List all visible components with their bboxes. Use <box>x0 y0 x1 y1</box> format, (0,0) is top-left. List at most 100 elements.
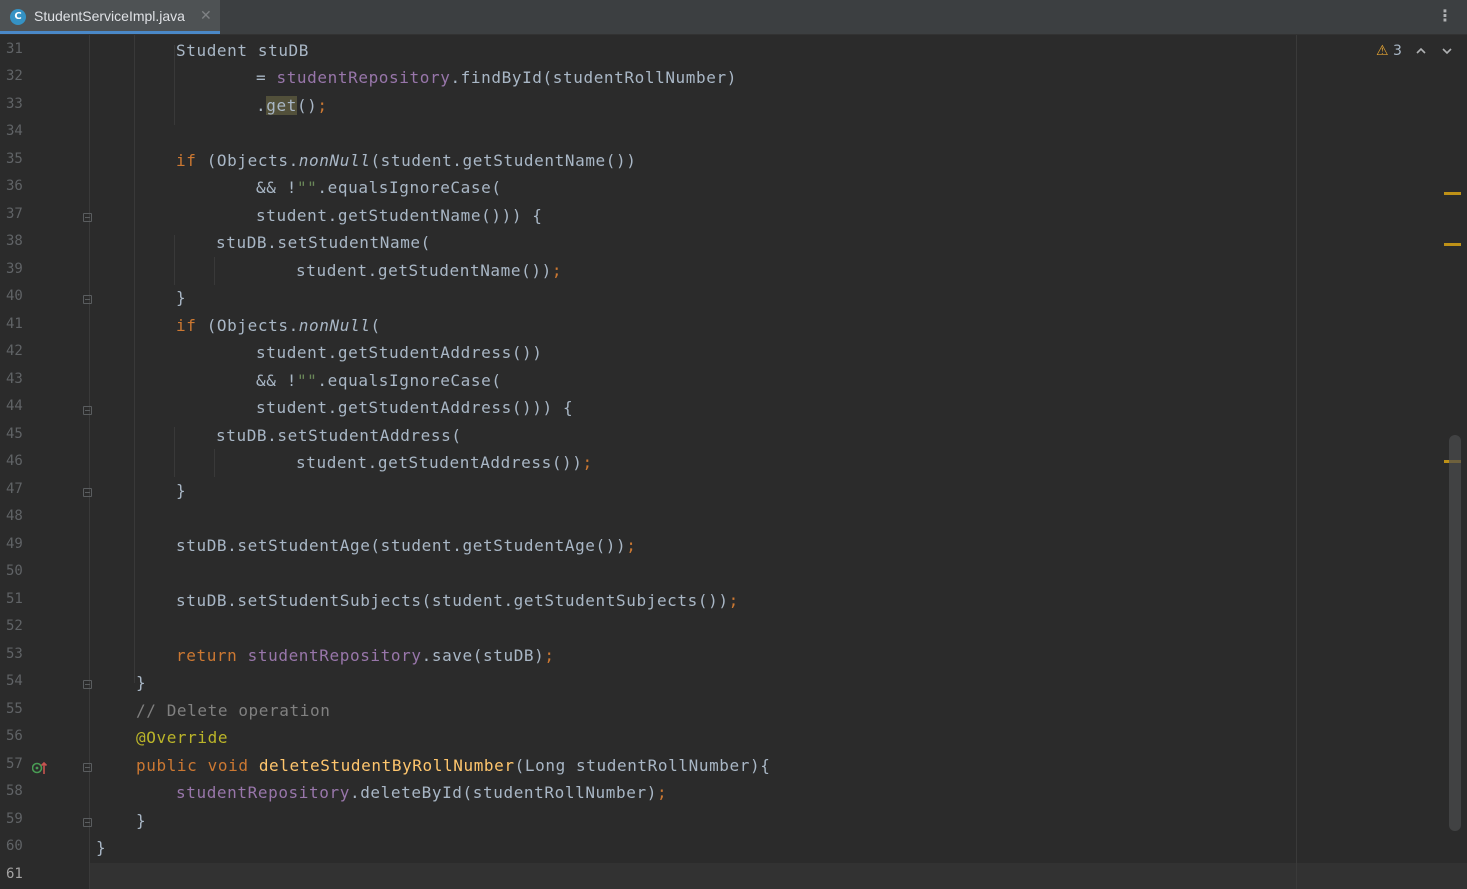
code-line: 34 <box>0 120 1440 147</box>
code-text: stuDB.setStudentAddress( <box>216 426 462 445</box>
code-text: } <box>176 481 187 500</box>
code-line: 38 stuDB.setStudentName( <box>0 230 1440 257</box>
line-number: 59 <box>6 811 23 827</box>
code-text: } <box>136 811 147 830</box>
line-number: 41 <box>6 316 23 332</box>
code-line: 39 student.getStudentName()); <box>0 258 1440 285</box>
code-line: 60 } <box>0 835 1440 862</box>
code-text: student.getStudentAddress()) <box>256 343 543 362</box>
code-text: return studentRepository.save(stuDB); <box>176 646 555 665</box>
code-text: studentRepository.deleteById(studentRoll… <box>176 783 668 802</box>
line-number: 40 <box>6 288 23 304</box>
java-class-icon: C <box>10 9 26 25</box>
code-line: 31 Student stuDB <box>0 38 1440 65</box>
line-number: 42 <box>6 343 23 359</box>
code-text: student.getStudentName())) { <box>256 206 543 225</box>
code-line: 45 stuDB.setStudentAddress( <box>0 423 1440 450</box>
line-number: 37 <box>6 206 23 222</box>
line-number: 56 <box>6 728 23 744</box>
line-number: 47 <box>6 481 23 497</box>
line-number: 58 <box>6 783 23 799</box>
line-number: 33 <box>6 96 23 112</box>
code-line: 33 .get(); <box>0 93 1440 120</box>
line-number: 53 <box>6 646 23 662</box>
vertical-scrollbar-thumb[interactable] <box>1449 435 1461 831</box>
code-line: 55 // Delete operation <box>0 698 1440 725</box>
warning-stripe-marker[interactable] <box>1444 243 1461 246</box>
line-number: 55 <box>6 701 23 717</box>
code-text: student.getStudentName()); <box>296 261 563 280</box>
line-number: 54 <box>6 673 23 689</box>
warning-stripe-marker[interactable] <box>1444 192 1461 195</box>
line-number: 46 <box>6 453 23 469</box>
close-icon[interactable]: ✕ <box>200 8 212 24</box>
code-line: 41 if (Objects.nonNull( <box>0 313 1440 340</box>
code-line: 59 } <box>0 808 1440 835</box>
code-editor[interactable]: 31 Student stuDB 32 = studentRepository.… <box>0 35 1467 889</box>
line-number: 49 <box>6 536 23 552</box>
code-line: 42 student.getStudentAddress()) <box>0 340 1440 367</box>
code-line: 50 <box>0 560 1440 587</box>
line-number: 48 <box>6 508 23 524</box>
line-number: 45 <box>6 426 23 442</box>
code-line: 56 @Override <box>0 725 1440 752</box>
code-text: && !"".equalsIgnoreCase( <box>256 371 502 390</box>
code-text: Student stuDB <box>176 41 310 60</box>
previous-highlight-icon[interactable] <box>1415 45 1427 57</box>
code-line: 47 } <box>0 478 1440 505</box>
line-number: 31 <box>6 41 23 57</box>
code-line: 40 } <box>0 285 1440 312</box>
code-line: 32 = studentRepository.findById(studentR… <box>0 65 1440 92</box>
code-line: 48 <box>0 505 1440 532</box>
code-text: stuDB.setStudentAge(student.getStudentAg… <box>176 536 637 555</box>
tab-studentserviceimpl[interactable]: C StudentServiceImpl.java ✕ <box>0 0 220 34</box>
code-line: 53 return studentRepository.save(stuDB); <box>0 643 1440 670</box>
line-number: 60 <box>6 838 23 854</box>
code-line: 58 studentRepository.deleteById(studentR… <box>0 780 1440 807</box>
warning-count: 3 <box>1393 43 1402 59</box>
code-text: } <box>176 288 187 307</box>
code-line-current: 61 <box>0 863 1440 889</box>
code-text: stuDB.setStudentSubjects(student.getStud… <box>176 591 739 610</box>
code-text: student.getStudentAddress()); <box>296 453 593 472</box>
code-text: = studentRepository.findById(studentRoll… <box>256 68 737 87</box>
code-line: 35 if (Objects.nonNull(student.getStuden… <box>0 148 1440 175</box>
code-line: 46 student.getStudentAddress()); <box>0 450 1440 477</box>
code-line: 37 student.getStudentName())) { <box>0 203 1440 230</box>
line-number: 36 <box>6 178 23 194</box>
next-highlight-icon[interactable] <box>1441 45 1453 57</box>
code-text: } <box>136 673 147 692</box>
tab-filename: StudentServiceImpl.java <box>34 8 185 24</box>
line-number: 51 <box>6 591 23 607</box>
line-number: 57 <box>6 756 23 772</box>
code-line: 49 stuDB.setStudentAge(student.getStuden… <box>0 533 1440 560</box>
line-number: 34 <box>6 123 23 139</box>
code-line: 54 } <box>0 670 1440 697</box>
code-text: @Override <box>136 728 229 747</box>
line-number: 39 <box>6 261 23 277</box>
code-text: student.getStudentAddress())) { <box>256 398 574 417</box>
warning-icon: ⚠ <box>1376 43 1389 59</box>
line-number: 44 <box>6 398 23 414</box>
inspection-widget[interactable]: ⚠ 3 <box>1376 43 1402 59</box>
editor-tab-bar: C StudentServiceImpl.java ✕ ⋮ <box>0 0 1467 35</box>
code-text: } <box>96 838 107 857</box>
line-number: 43 <box>6 371 23 387</box>
code-text: .get(); <box>256 96 328 115</box>
more-options-icon[interactable]: ⋮ <box>1437 7 1453 25</box>
line-number: 50 <box>6 563 23 579</box>
code-line: 43 && !"".equalsIgnoreCase( <box>0 368 1440 395</box>
code-line: 36 && !"".equalsIgnoreCase( <box>0 175 1440 202</box>
code-text: if (Objects.nonNull( <box>176 316 381 335</box>
line-number: 32 <box>6 68 23 84</box>
code-line: 52 <box>0 615 1440 642</box>
usage-highlight: get <box>266 96 297 115</box>
line-number: 35 <box>6 151 23 167</box>
line-number: 52 <box>6 618 23 634</box>
code-line: 57 public void deleteStudentByRollNumber… <box>0 753 1440 780</box>
code-text: && !"".equalsIgnoreCase( <box>256 178 502 197</box>
code-text: // Delete operation <box>136 701 331 720</box>
line-number: 61 <box>6 866 23 882</box>
code-text: stuDB.setStudentName( <box>216 233 431 252</box>
line-number: 38 <box>6 233 23 249</box>
